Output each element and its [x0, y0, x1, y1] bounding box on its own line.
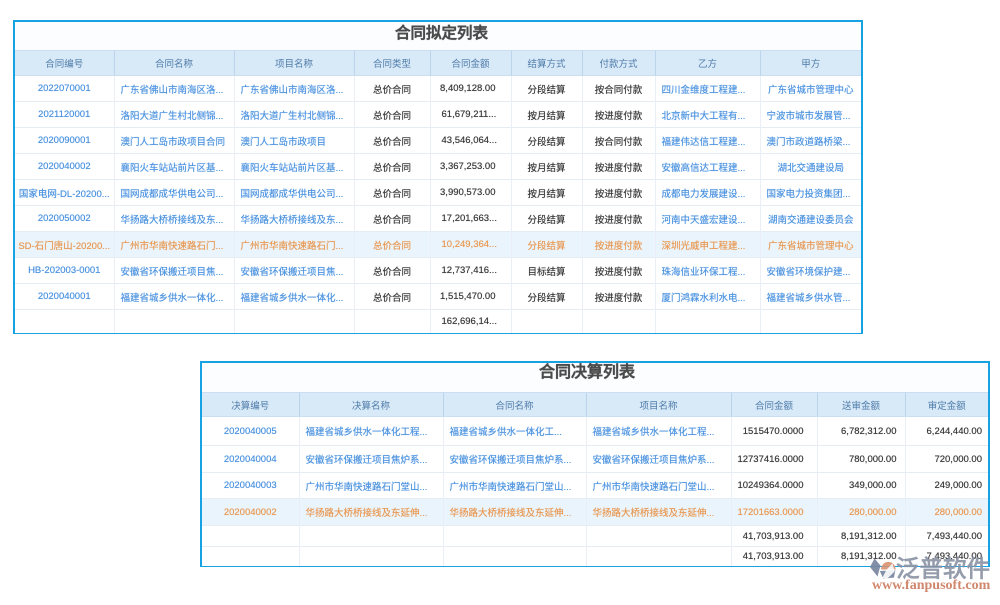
- svg-text:www.fanpusoft.com: www.fanpusoft.com: [872, 578, 991, 593]
